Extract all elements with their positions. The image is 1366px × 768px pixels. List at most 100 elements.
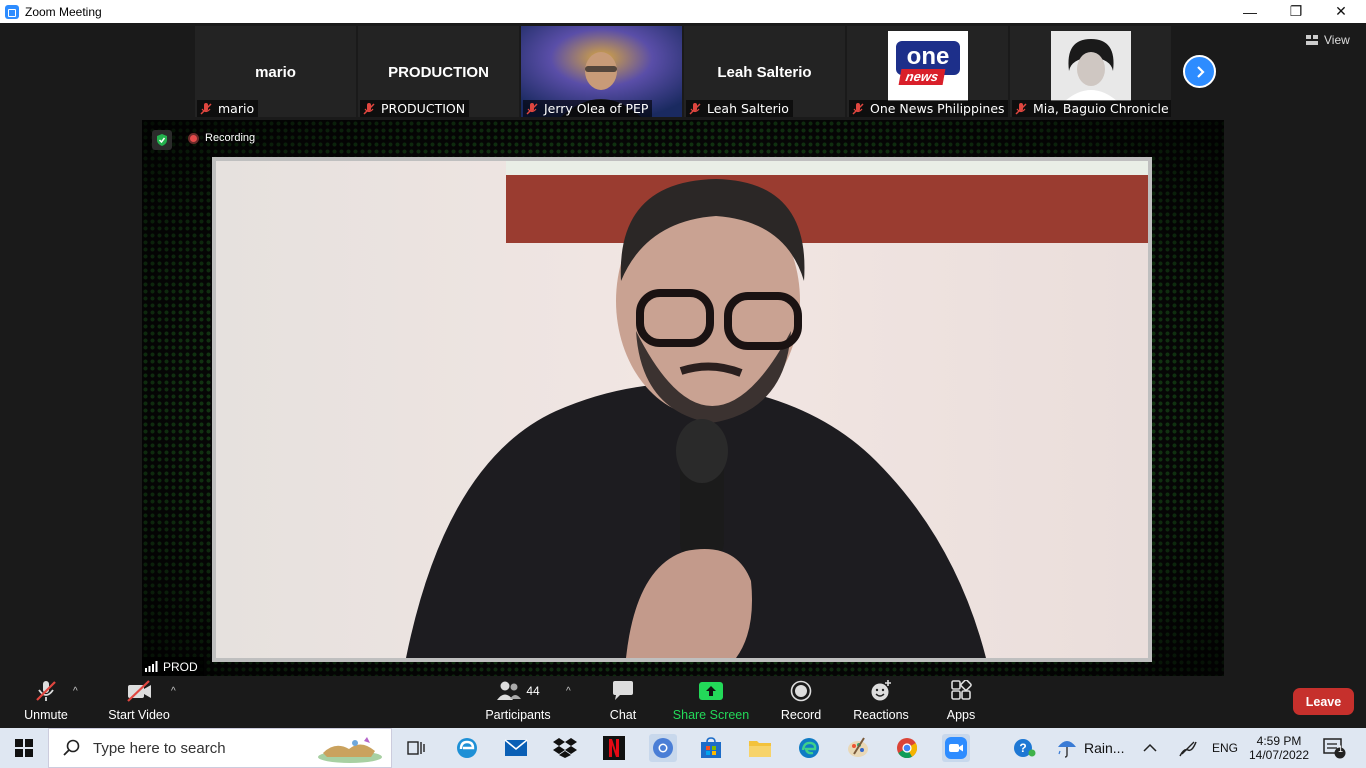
reactions-icon — [871, 680, 891, 701]
participant-display-name: PRODUCTION — [388, 64, 489, 81]
participants-count: 44 — [526, 684, 540, 698]
audio-options-caret-icon[interactable]: ^ — [73, 686, 78, 697]
taskbar-chrome-button[interactable] — [893, 734, 921, 762]
start-video-button[interactable]: Start Video — [108, 676, 170, 728]
unmute-button[interactable]: Unmute — [20, 676, 72, 728]
taskbar-ie-button[interactable] — [453, 734, 481, 762]
windows-taskbar: Type here to search ? Rain... ENG 4:59 P… — [0, 728, 1366, 768]
participant-tile-one-news[interactable]: one news One News Philippines — [847, 26, 1008, 117]
participants-button[interactable]: 44 Participants — [485, 676, 551, 728]
task-view-icon — [407, 741, 425, 755]
apps-button[interactable]: Apps — [944, 676, 978, 728]
file-explorer-icon — [749, 741, 771, 757]
speaker-video-frame — [212, 157, 1152, 662]
participant-tile-mia[interactable]: Mia, Baguio Chronicle — [1010, 26, 1171, 117]
help-tray-icon[interactable]: ? — [1012, 728, 1036, 768]
show-hidden-icons-button[interactable] — [1143, 728, 1157, 768]
participant-tile-production[interactable]: PRODUCTION PRODUCTION — [358, 26, 519, 117]
chat-button[interactable]: Chat — [606, 676, 640, 728]
apps-icon — [951, 680, 972, 700]
help-icon: ? — [1014, 739, 1036, 757]
muted-mic-icon — [363, 102, 375, 115]
one-news-logo: one news — [888, 31, 968, 101]
paint-icon — [848, 737, 868, 757]
start-button[interactable] — [0, 728, 48, 768]
view-button[interactable]: View — [1306, 33, 1350, 47]
chevron-up-icon — [1143, 743, 1157, 752]
window-title: Zoom Meeting — [25, 4, 102, 19]
taskbar-store-button[interactable] — [697, 734, 725, 762]
muted-mic-icon — [852, 102, 864, 115]
active-speaker-video[interactable]: Recording PROD — [142, 120, 1224, 676]
video-options-caret-icon[interactable]: ^ — [171, 686, 176, 697]
signal-strength-icon — [145, 661, 158, 672]
chrome-icon — [897, 738, 918, 759]
task-view-button[interactable] — [402, 734, 430, 762]
maximize-button[interactable]: ❐ — [1273, 0, 1319, 23]
speaker-video-image — [216, 161, 1148, 658]
participant-name-label: One News Philippines — [849, 100, 1008, 117]
svg-text:?: ? — [1019, 741, 1026, 755]
leave-button[interactable]: Leave — [1293, 688, 1354, 715]
share-screen-button[interactable]: Share Screen — [673, 676, 749, 728]
participant-tile-leah-salterio[interactable]: Leah Salterio Leah Salterio — [684, 26, 845, 117]
search-placeholder: Type here to search — [93, 739, 226, 757]
participant-name-label: Leah Salterio — [686, 100, 793, 117]
participant-name-label: Jerry Olea of PEP — [523, 100, 653, 117]
title-bar: Zoom Meeting — ❐ ✕ — [0, 0, 1366, 23]
video-off-icon — [127, 680, 151, 702]
recording-dot-icon — [188, 132, 199, 144]
participant-tile-jerry-olea[interactable]: Jerry Olea of PEP — [521, 26, 682, 117]
taskbar-zoom-button[interactable] — [942, 734, 970, 762]
taskbar-clock[interactable]: 4:59 PM 14/07/2022 — [1249, 728, 1309, 768]
taskbar-file-explorer-button[interactable] — [746, 734, 774, 762]
pen-tray-icon[interactable] — [1178, 728, 1198, 768]
dropbox-icon — [553, 738, 577, 758]
participant-name-label: PRODUCTION — [360, 100, 470, 117]
participants-options-caret-icon[interactable]: ^ — [566, 686, 571, 697]
taskbar-edge-button[interactable] — [795, 734, 823, 762]
taskbar-mail-button[interactable] — [502, 734, 530, 762]
recording-indicator[interactable]: Recording — [188, 132, 255, 144]
taskbar-paint-button[interactable] — [844, 734, 872, 762]
chat-icon — [613, 681, 633, 700]
zoom-icon — [945, 737, 967, 759]
umbrella-rain-icon — [1058, 741, 1076, 758]
minimize-button[interactable]: — — [1227, 0, 1273, 23]
taskbar-netflix-button[interactable] — [600, 734, 628, 762]
next-page-button[interactable] — [1183, 55, 1216, 88]
muted-mic-icon — [689, 102, 701, 115]
grid-view-icon — [1306, 35, 1318, 45]
pen-workspace-icon — [1179, 741, 1197, 757]
chromium-icon — [653, 738, 673, 758]
participant-display-name: mario — [255, 64, 296, 81]
record-button[interactable]: Record — [781, 676, 821, 728]
notification-count: 1 — [1337, 744, 1343, 754]
meeting-area: mario mario PRODUCTION PRODUCTION Jerry … — [0, 23, 1366, 728]
netflix-icon — [603, 736, 625, 760]
chevron-right-icon — [1196, 65, 1205, 78]
participant-display-name: Leah Salterio — [717, 64, 812, 81]
participant-strip: mario mario PRODUCTION PRODUCTION Jerry … — [195, 26, 1171, 117]
language-indicator[interactable]: ENG — [1212, 728, 1238, 768]
taskbar-search-box[interactable]: Type here to search — [48, 728, 392, 768]
zoom-app-icon — [5, 4, 19, 19]
muted-mic-icon — [200, 102, 212, 115]
clock-time: 4:59 PM — [1256, 734, 1302, 748]
reactions-button[interactable]: Reactions — [853, 676, 909, 728]
search-icon — [63, 739, 80, 756]
participant-name-label: mario — [197, 100, 259, 117]
security-shield-icon[interactable] — [152, 130, 172, 150]
notification-center-button[interactable]: 1 — [1322, 728, 1346, 768]
edge-icon — [799, 738, 819, 758]
close-button[interactable]: ✕ — [1318, 0, 1364, 23]
weather-widget[interactable]: Rain... — [1056, 728, 1124, 768]
taskbar-dropbox-button[interactable] — [551, 734, 579, 762]
participant-name-label: Mia, Baguio Chronicle — [1012, 100, 1171, 117]
speaker-name-tag: PROD — [142, 657, 204, 676]
taskbar-chromium-button[interactable] — [649, 734, 677, 762]
muted-mic-icon — [526, 102, 538, 115]
participant-tile-mario[interactable]: mario mario — [195, 26, 356, 117]
share-screen-icon — [699, 682, 723, 700]
muted-mic-icon — [1015, 102, 1027, 115]
